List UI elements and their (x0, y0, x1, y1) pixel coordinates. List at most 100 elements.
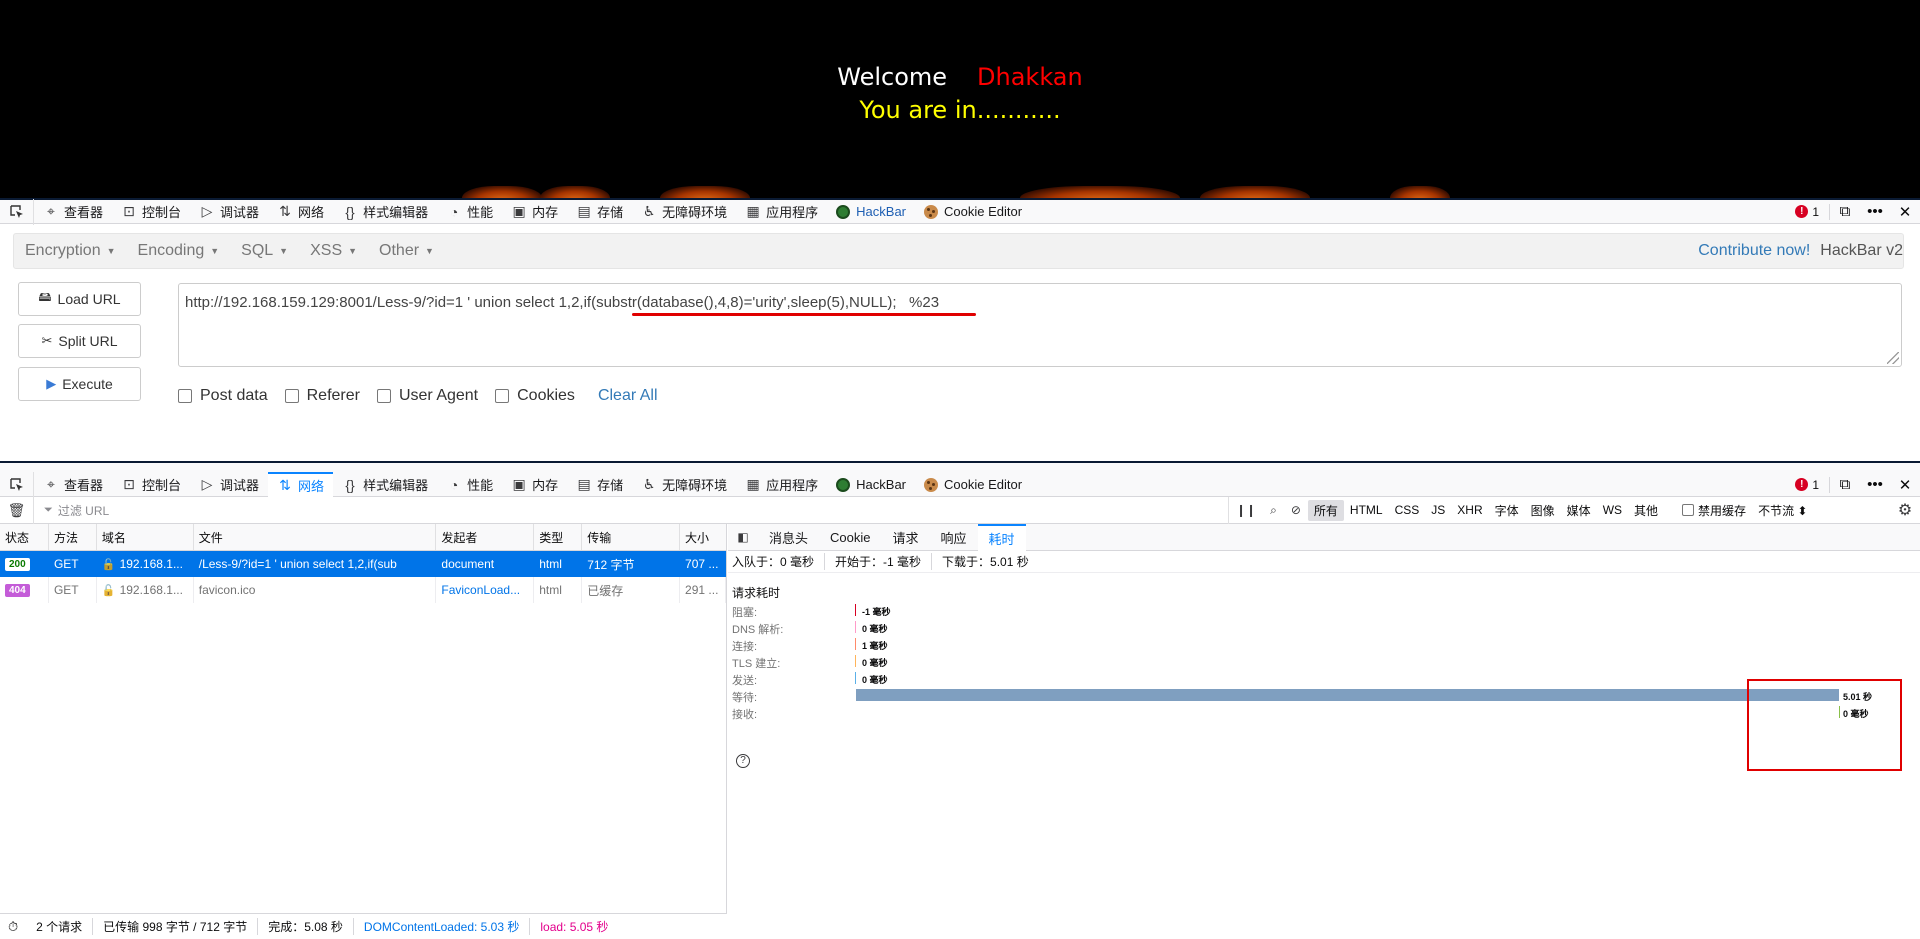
tab-headers[interactable]: 消息头 (758, 524, 819, 551)
table-row[interactable]: 404 GET 🔓 192.168.1... favicon.ico Favico… (0, 577, 726, 603)
tab-hackbar[interactable]: HackBar (827, 472, 915, 498)
tab-label: 样式编辑器 (363, 205, 429, 220)
tab-performance[interactable]: ◔ 性能 (437, 472, 502, 498)
tab-debugger[interactable]: ▷ 调试器 (190, 472, 268, 498)
error-count-badge[interactable]: ! 1 (1785, 205, 1829, 219)
timing-row-connect: 连接: 1 毫秒 (732, 636, 1912, 653)
throttle-select[interactable]: 不节流 ⬍ (1758, 502, 1807, 519)
tab-timings[interactable]: 耗时 (977, 523, 1026, 551)
more-options-icon[interactable]: ••• (1860, 476, 1890, 493)
pause-icon[interactable]: ❙❙ (1229, 503, 1263, 517)
dock-icon[interactable]: ⧉ (1830, 476, 1860, 493)
toggle-sidebar-icon[interactable]: ◧ (728, 530, 758, 544)
more-options-icon[interactable]: ••• (1860, 203, 1890, 220)
filter-type-xhr[interactable]: XHR (1451, 501, 1488, 519)
tab-performance[interactable]: ◔ 性能 (437, 199, 502, 225)
post-data-checkbox[interactable]: Post data (178, 387, 268, 405)
element-picker-icon[interactable] (0, 198, 34, 225)
checkbox[interactable] (495, 389, 510, 403)
tab-cookie[interactable]: Cookie (819, 524, 881, 551)
split-url-button[interactable]: ✂ Split URL (18, 324, 141, 358)
column-header-size[interactable]: 大小 (680, 524, 726, 550)
close-icon[interactable]: ✕ (1890, 203, 1920, 221)
clear-all-link[interactable]: Clear All (598, 387, 658, 405)
stopwatch-icon[interactable]: ⏱ (0, 919, 26, 935)
menu-xss[interactable]: XSS ▼ (299, 233, 368, 269)
column-header-file[interactable]: 文件 (194, 524, 437, 550)
column-header-transfer[interactable]: 传输 (582, 524, 681, 550)
tab-accessibility[interactable]: ♿ 无障碍环境 (632, 199, 736, 225)
referer-checkbox[interactable]: Referer (284, 387, 360, 405)
tab-network[interactable]: ⇅ 网络 (268, 471, 334, 498)
tab-inspector[interactable]: ⌖ 查看器 (34, 199, 112, 225)
tab-inspector[interactable]: ⌖ 查看器 (34, 472, 112, 498)
filter-type-html[interactable]: HTML (1344, 501, 1389, 519)
cookies-checkbox[interactable]: Cookies (495, 387, 575, 405)
red-box-annotation (1747, 679, 1902, 771)
menu-sql[interactable]: SQL ▼ (230, 233, 299, 269)
tab-console[interactable]: ⊡ 控制台 (112, 199, 190, 225)
gear-icon[interactable]: ⚙ (1890, 500, 1920, 520)
disable-cache-checkbox[interactable]: 禁用缓存 (1682, 502, 1746, 519)
filter-type-ws[interactable]: WS (1597, 501, 1628, 519)
tab-request[interactable]: 请求 (881, 524, 929, 551)
started-time: 开始于：-1 毫秒 (835, 553, 933, 570)
filter-type-all[interactable]: 所有 (1307, 499, 1344, 521)
tab-storage[interactable]: ▤ 存储 (567, 472, 632, 498)
tab-application[interactable]: ▦ 应用程序 (736, 472, 827, 498)
close-icon[interactable]: ✕ (1890, 476, 1920, 494)
error-count-badge[interactable]: ! 1 (1785, 478, 1829, 492)
help-icon[interactable]: ? (736, 754, 750, 768)
element-picker-icon[interactable] (0, 471, 34, 498)
contribute-link[interactable]: Contribute now! (1698, 242, 1814, 260)
menu-other[interactable]: Other ▼ (368, 233, 445, 269)
tab-accessibility[interactable]: ♿ 无障碍环境 (632, 472, 736, 498)
tab-storage[interactable]: ▤ 存储 (567, 199, 632, 225)
filter-type-media[interactable]: 媒体 (1561, 500, 1597, 521)
checkbox[interactable] (376, 389, 391, 403)
tab-network[interactable]: ⇅ 网络 (268, 199, 333, 225)
tab-response[interactable]: 响应 (930, 524, 978, 551)
tab-application[interactable]: ▦ 应用程序 (736, 199, 827, 225)
column-header-initiator[interactable]: 发起者 (436, 524, 535, 550)
transfer-cell: 已缓存 (582, 577, 681, 603)
checkbox[interactable] (284, 389, 299, 403)
search-icon[interactable]: ⌕ (1263, 503, 1284, 518)
trash-icon[interactable]: 🗑 (0, 496, 34, 524)
user-agent-checkbox[interactable]: User Agent (376, 387, 478, 405)
filter-type-css[interactable]: CSS (1389, 501, 1426, 519)
column-header-method[interactable]: 方法 (49, 524, 97, 550)
tab-hackbar[interactable]: HackBar (827, 199, 915, 225)
filter-type-image[interactable]: 图像 (1525, 500, 1561, 521)
tab-console[interactable]: ⊡ 控制台 (112, 472, 190, 498)
request-details-panel: ◧ 消息头 Cookie 请求 响应 耗时 入队于：0 毫秒 开始于：-1 毫秒… (728, 523, 1920, 939)
tab-cookie-editor[interactable]: Cookie Editor (915, 472, 1031, 498)
dock-icon[interactable]: ⧉ (1830, 203, 1860, 220)
column-header-type[interactable]: 类型 (534, 524, 583, 550)
url-textarea[interactable]: http://192.168.159.129:8001/Less-9/?id=1… (178, 283, 1902, 367)
tab-debugger[interactable]: ▷ 调试器 (190, 199, 268, 225)
resize-handle-icon[interactable] (1887, 352, 1899, 364)
table-row[interactable]: 200 GET 🔓 192.168.1... /Less-9/?id=1 ' un… (0, 551, 726, 577)
filter-url-input[interactable]: ⏷ 过滤 URL (34, 496, 1229, 524)
filter-type-js[interactable]: JS (1425, 501, 1451, 519)
block-icon[interactable]: ⊘ (1284, 503, 1308, 517)
tab-memory[interactable]: ▣ 内存 (502, 472, 567, 498)
filter-type-font[interactable]: 字体 (1489, 500, 1525, 521)
file-cell: favicon.ico (194, 577, 437, 603)
column-header-domain[interactable]: 域名 (97, 524, 194, 550)
checkbox[interactable] (178, 389, 192, 403)
execute-button[interactable]: ▶ Execute (18, 367, 141, 401)
menu-encryption[interactable]: Encryption ▼ (14, 233, 127, 269)
tab-cookie-editor[interactable]: Cookie Editor (915, 199, 1031, 225)
column-header-status[interactable]: 状态 (0, 524, 49, 550)
load-url-button[interactable]: 🖴 Load URL (18, 282, 141, 316)
filter-type-other[interactable]: 其他 (1628, 500, 1664, 521)
tab-style-editor[interactable]: {} 样式编辑器 (333, 199, 437, 225)
tab-memory[interactable]: ▣ 内存 (502, 199, 567, 225)
welcome-line: Welcome Dhakkan (0, 63, 1920, 91)
application-icon: ▦ (746, 476, 760, 492)
menu-encoding[interactable]: Encoding ▼ (127, 233, 231, 269)
checkbox[interactable] (1682, 504, 1695, 516)
tab-style-editor[interactable]: {} 样式编辑器 (333, 472, 437, 498)
